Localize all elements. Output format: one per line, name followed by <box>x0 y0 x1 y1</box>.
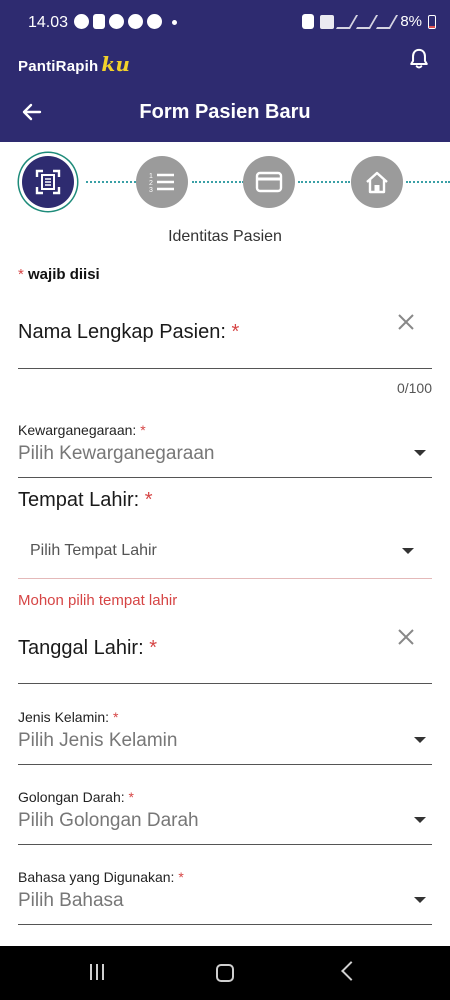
status-bar: 14.03 8% <box>0 0 450 46</box>
battery-icon <box>428 14 436 29</box>
battery-percent: 8% <box>400 13 422 30</box>
jenis-kelamin-label-text: Jenis Kelamin: <box>18 709 110 725</box>
more-notifications-icon <box>172 20 177 25</box>
bahasa-label-text: Bahasa yang Digunakan: <box>18 869 175 885</box>
tempat-lahir-select[interactable]: Pilih Tempat Lahir <box>30 542 157 560</box>
chevron-down-icon[interactable] <box>414 817 426 823</box>
tempat-lahir-error: Mohon pilih tempat lahir <box>18 592 178 609</box>
chevron-down-icon[interactable] <box>402 548 414 554</box>
notification-icons <box>74 14 177 29</box>
required-note-text: wajib diisi <box>28 266 100 283</box>
tempat-lahir-label: Tempat Lahir: * <box>18 489 153 512</box>
brand-bar: PantiRapih ku <box>0 46 450 88</box>
required-note: * wajib diisi <box>18 266 100 283</box>
close-icon[interactable] <box>396 312 416 332</box>
required-asterisk: * <box>140 422 146 438</box>
nav-back-icon[interactable] <box>341 961 361 981</box>
character-counter: 0/100 <box>396 380 432 396</box>
signal-icon <box>356 14 379 29</box>
page-title: Form Pasien Baru <box>139 101 311 123</box>
notification-icon <box>93 14 105 29</box>
required-asterisk: * <box>112 709 119 725</box>
account-icon <box>109 14 124 29</box>
kewarganegaraan-label-text: Kewarganegaraan: <box>18 422 137 438</box>
system-nav-bar <box>0 946 450 1000</box>
jenis-kelamin-select[interactable]: Pilih Jenis Kelamin <box>18 730 177 752</box>
bahasa-select[interactable]: Pilih Bahasa <box>18 890 124 912</box>
tanggal-lahir-input[interactable] <box>18 683 432 684</box>
app-logo: PantiRapih ku <box>18 52 130 76</box>
chevron-down-icon[interactable] <box>414 737 426 743</box>
form-stepper: 1 2 3 <box>0 150 450 214</box>
bahasa-underline <box>18 924 432 925</box>
account-icon <box>128 14 143 29</box>
chevron-down-icon[interactable] <box>414 897 426 903</box>
apps-icon <box>147 14 162 29</box>
kewarganegaraan-label: Kewarganegaraan: * <box>18 422 146 438</box>
system-status: 8% <box>302 13 436 30</box>
recent-apps-icon[interactable] <box>90 964 108 982</box>
header: Form Pasien Baru <box>0 88 450 142</box>
step-address[interactable] <box>351 156 403 208</box>
required-asterisk: * <box>128 789 134 805</box>
nama-lengkap-label: Nama Lengkap Pasien: * <box>18 321 239 344</box>
golongan-darah-label: Golongan Darah: * <box>18 789 134 805</box>
required-asterisk: * <box>18 266 24 283</box>
list-icon: 1 2 3 <box>149 173 174 194</box>
step-label: Identitas Pasien <box>168 228 282 245</box>
jenis-kelamin-underline <box>18 764 432 765</box>
bahasa-label: Bahasa yang Digunakan: * <box>18 869 184 885</box>
card-icon <box>255 171 283 193</box>
brand-suffix: ku <box>101 52 131 76</box>
chevron-down-icon[interactable] <box>414 450 426 456</box>
status-time: 14.03 <box>28 14 69 31</box>
required-asterisk: * <box>144 489 153 511</box>
step-connector <box>298 181 350 183</box>
step-payment[interactable] <box>243 156 295 208</box>
svg-text:1: 1 <box>149 173 153 180</box>
lock-icon <box>302 14 315 29</box>
nama-lengkap-label-text: Nama Lengkap Pasien: <box>18 321 226 343</box>
step-connector <box>406 181 450 183</box>
mute-icon <box>320 14 335 29</box>
svg-text:3: 3 <box>149 187 153 194</box>
svg-text:2: 2 <box>149 180 153 187</box>
tanggal-lahir-label: Tanggal Lahir: * <box>18 637 157 660</box>
signal-icon <box>376 14 399 29</box>
kewarganegaraan-underline <box>18 477 432 478</box>
golongan-darah-label-text: Golongan Darah: <box>18 789 125 805</box>
close-icon[interactable] <box>396 627 416 647</box>
bell-icon[interactable] <box>408 46 430 72</box>
tanggal-lahir-label-text: Tanggal Lahir: <box>18 637 144 659</box>
required-asterisk: * <box>231 321 240 343</box>
step-connector <box>86 181 136 183</box>
tempat-lahir-underline <box>18 578 432 579</box>
chat-icon <box>74 14 89 29</box>
wifi-icon <box>336 14 359 29</box>
home-icon <box>366 171 388 194</box>
scan-icon <box>35 169 61 195</box>
golongan-darah-underline <box>18 844 432 845</box>
kewarganegaraan-select[interactable]: Pilih Kewarganegaraan <box>18 443 214 465</box>
step-connector <box>192 181 244 183</box>
brand-name: PantiRapih <box>18 58 99 75</box>
golongan-darah-select[interactable]: Pilih Golongan Darah <box>18 810 199 832</box>
home-button-icon[interactable] <box>216 964 234 982</box>
tempat-lahir-label-text: Tempat Lahir: <box>18 489 140 511</box>
jenis-kelamin-label: Jenis Kelamin: * <box>18 709 118 725</box>
required-asterisk: * <box>149 637 158 659</box>
required-asterisk: * <box>178 869 184 885</box>
nama-lengkap-input[interactable] <box>18 368 432 369</box>
step-list[interactable]: 1 2 3 <box>136 156 188 208</box>
step-identitas[interactable] <box>22 156 74 208</box>
